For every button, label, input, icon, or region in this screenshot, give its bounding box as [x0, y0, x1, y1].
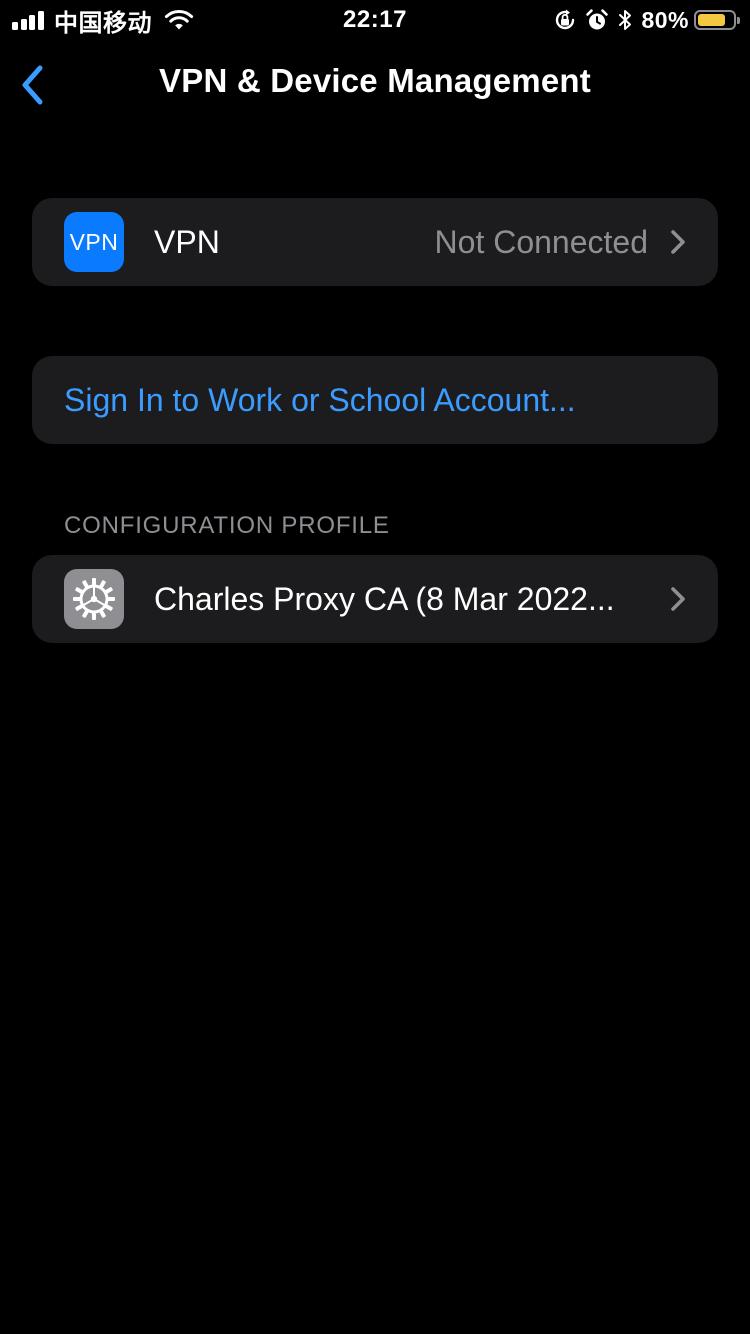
battery-cap [737, 17, 740, 24]
profiles-group: Charles Proxy CA (8 Mar 2022... [32, 555, 718, 643]
chevron-right-icon [671, 230, 685, 254]
navigation-bar: VPN & Device Management [0, 40, 750, 128]
sign-in-work-school-button[interactable]: Sign In to Work or School Account... [32, 356, 718, 444]
battery-icon [694, 10, 740, 30]
battery-level-fill [698, 14, 725, 26]
page-title: VPN & Device Management [159, 62, 591, 99]
vpn-label: VPN [154, 224, 220, 260]
section-header-configuration-profile: CONFIGURATION PROFILE [64, 512, 390, 539]
alarm-icon [586, 9, 609, 30]
vpn-icon: VPN [64, 212, 124, 272]
status-bar: 中国移动 22:17 80% [0, 0, 750, 40]
sign-in-link-label: Sign In to Work or School Account... [64, 382, 576, 418]
profile-label: Charles Proxy CA (8 Mar 2022... [154, 581, 615, 617]
profile-cell-charles-proxy[interactable]: Charles Proxy CA (8 Mar 2022... [32, 555, 718, 643]
vpn-status: Not Connected [434, 224, 648, 260]
gear-icon [73, 578, 115, 620]
settings-gear-icon [64, 569, 124, 629]
chevron-right-icon [671, 587, 685, 611]
status-bar-right: 80% [553, 6, 740, 34]
account-group: Sign In to Work or School Account... [32, 356, 718, 444]
bluetooth-icon [619, 10, 632, 30]
orientation-lock-icon [556, 9, 575, 30]
vpn-cell[interactable]: VPN VPN Not Connected [32, 198, 718, 286]
vpn-group: VPN VPN Not Connected [32, 198, 718, 286]
battery-percentage: 80% [641, 6, 689, 33]
